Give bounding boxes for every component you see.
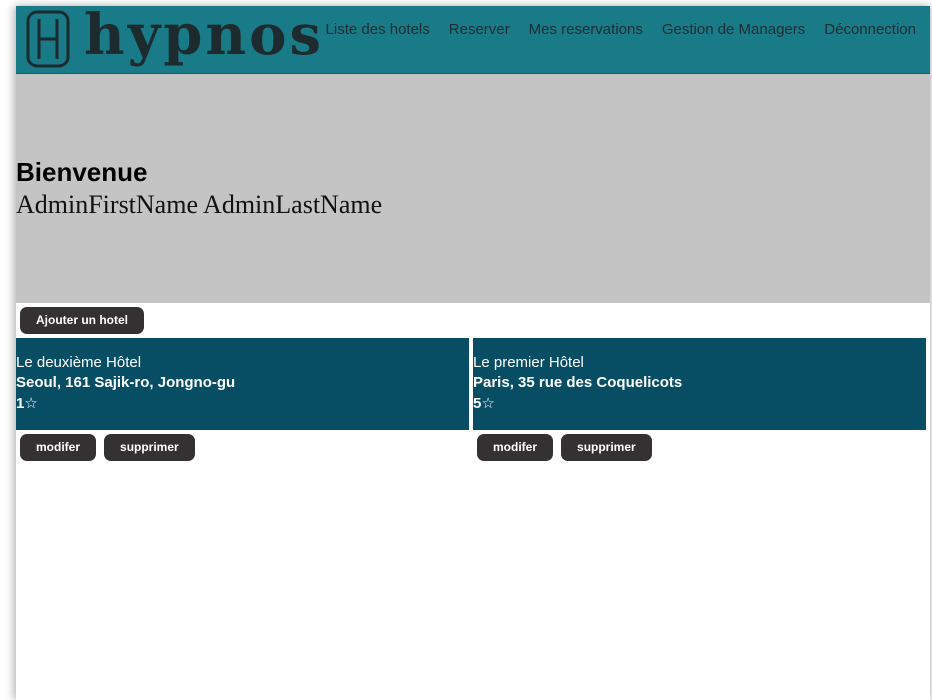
hotel-card-actions: modifer supprimer — [477, 434, 652, 461]
nav-liste-des-hotels[interactable]: Liste des hotels — [326, 21, 430, 38]
page: hypnos Liste des hotels Reserver Mes res… — [16, 6, 930, 700]
welcome-banner: Bienvenue AdminFirstName AdminLastName — [16, 74, 930, 303]
hotel-name: Le deuxième Hôtel — [16, 354, 142, 371]
main-nav: Liste des hotels Reserver Mes reservatio… — [326, 21, 916, 38]
welcome-title: Bienvenue — [16, 157, 148, 187]
brand-name: hypnos — [84, 6, 325, 68]
brand-logo[interactable]: hypnos — [24, 6, 325, 70]
delete-hotel-button[interactable]: supprimer — [561, 434, 652, 461]
hotel-address: Seoul, 161 Sajik-ro, Jongno-gu — [16, 374, 236, 391]
navbar: hypnos Liste des hotels Reserver Mes res… — [16, 6, 930, 74]
hotel-stars: 1☆ — [16, 395, 38, 412]
logo-h-icon — [26, 10, 70, 68]
edit-hotel-button[interactable]: modifer — [20, 434, 97, 461]
hotel-card: Le premier Hôtel Paris, 35 rue des Coque… — [473, 338, 926, 430]
hotel-card-actions: modifer supprimer — [20, 434, 195, 461]
nav-mes-reservations[interactable]: Mes reservations — [529, 21, 643, 38]
delete-hotel-button[interactable]: supprimer — [104, 434, 195, 461]
hotel-stars: 5☆ — [473, 395, 495, 412]
user-full-name: AdminFirstName AdminLastName — [16, 190, 383, 219]
hotel-name: Le premier Hôtel — [473, 354, 584, 371]
nav-deconnection[interactable]: Déconnection — [824, 21, 916, 38]
hotel-card: Le deuxième Hôtel Seoul, 161 Sajik-ro, J… — [16, 338, 469, 430]
nav-gestion-de-managers[interactable]: Gestion de Managers — [662, 21, 805, 38]
edit-hotel-button[interactable]: modifer — [477, 434, 554, 461]
add-hotel-button[interactable]: Ajouter un hotel — [20, 307, 144, 334]
nav-reserver[interactable]: Reserver — [449, 21, 510, 38]
hotel-address: Paris, 35 rue des Coquelicots — [473, 374, 683, 391]
